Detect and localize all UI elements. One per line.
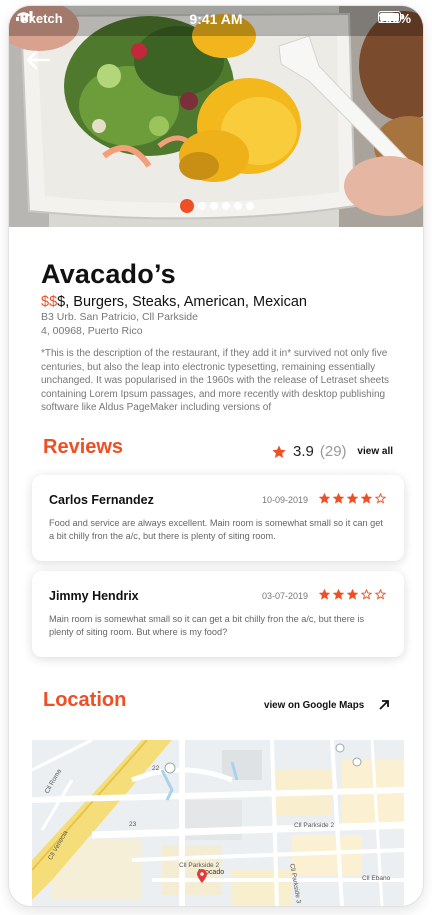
restaurant-categories: $$$, Burgers, Steaks, American, Mexican	[41, 294, 307, 310]
review-card[interactable]: Jimmy Hendrix 03-07-2019 Main room is so…	[32, 571, 404, 657]
carousel-dot[interactable]	[180, 199, 194, 213]
reviews-heading: Reviews	[43, 436, 124, 458]
map-pin-icon	[197, 869, 207, 883]
location-heading: Location	[43, 689, 127, 711]
star-filled-icon	[360, 491, 373, 509]
restaurant-description: *This is the description of the restaura…	[41, 348, 390, 413]
maps-link-label: view on Google Maps	[264, 699, 365, 711]
review-text: Main room is somewhat small so it can ge…	[49, 614, 365, 637]
category-list: , Burgers, Steaks, American, Mexican	[65, 294, 307, 310]
map-label: Cll Ebano	[362, 875, 391, 882]
star-filled-icon	[318, 491, 331, 509]
back-button[interactable]	[25, 50, 55, 74]
review-date: 10-09-2019	[262, 495, 309, 505]
price-level-rest: $	[57, 294, 66, 310]
reviewer-name: Jimmy Hendrix	[49, 589, 139, 603]
star-filled-icon	[346, 587, 359, 605]
review-card[interactable]: Carlos Fernandez 10-09-2019 Food and ser…	[32, 475, 404, 561]
restaurant-address: B3 Urb. San Patricio, Cll Parkside 4, 00…	[41, 310, 261, 338]
map-label: Cll Parkside 2	[294, 822, 335, 829]
status-bar: Sketch 9:41 AM 100%	[9, 6, 423, 32]
address-line-2: 4, 00968, Puerto Rico	[41, 325, 143, 337]
carousel-dot[interactable]	[246, 202, 254, 210]
map-label: 22	[152, 765, 160, 772]
arrow-up-right-icon	[379, 700, 390, 710]
review-stars	[318, 587, 387, 605]
review-date: 03-07-2019	[262, 591, 309, 601]
carousel-dot[interactable]	[222, 202, 230, 210]
restaurant-photo-carousel[interactable]: Sketch 9:41 AM 100%	[9, 6, 423, 227]
star-filled-icon	[332, 491, 345, 509]
view-on-google-maps-link[interactable]: view on Google Maps	[264, 699, 390, 711]
location-map[interactable]: Cll Venecia Cll Roma 23 22 Cll Parkside …	[32, 740, 404, 906]
map-marker[interactable]: Avocado	[197, 869, 224, 883]
rating-count: (29)	[319, 443, 347, 460]
star-filled-icon	[346, 491, 359, 509]
overall-rating: 3.9 (29)	[271, 443, 347, 460]
carousel-pagination	[180, 199, 254, 213]
food-photo	[9, 6, 423, 227]
star-icon	[272, 444, 286, 458]
star-empty-icon	[374, 491, 387, 509]
map-label: Cll Parkside 2	[179, 862, 220, 869]
review-stars	[318, 491, 387, 509]
reviewer-name: Carlos Fernandez	[49, 493, 154, 507]
carousel-dot[interactable]	[210, 202, 218, 210]
view-all-reviews-link[interactable]: view all	[357, 446, 393, 457]
status-time: 9:41 AM	[189, 11, 243, 27]
star-filled-icon	[332, 587, 345, 605]
arrow-left-icon	[26, 50, 51, 70]
carousel-dot[interactable]	[234, 202, 242, 210]
phone-frame: Sketch 9:41 AM 100% Avacado’s $$$, Burge…	[9, 6, 423, 906]
rating-value: 3.9	[293, 443, 314, 460]
address-line-1: B3 Urb. San Patricio, Cll Parkside	[41, 311, 198, 323]
review-text: Food and service are always excellent. M…	[49, 518, 383, 541]
map-tiles	[32, 740, 404, 906]
map-label: 23	[129, 821, 137, 828]
star-empty-icon	[360, 587, 373, 605]
star-empty-icon	[374, 587, 387, 605]
price-level-active: $$	[41, 294, 58, 310]
restaurant-name: Avacado’s	[41, 259, 176, 289]
star-filled-icon	[318, 587, 331, 605]
carousel-dot[interactable]	[198, 202, 206, 210]
